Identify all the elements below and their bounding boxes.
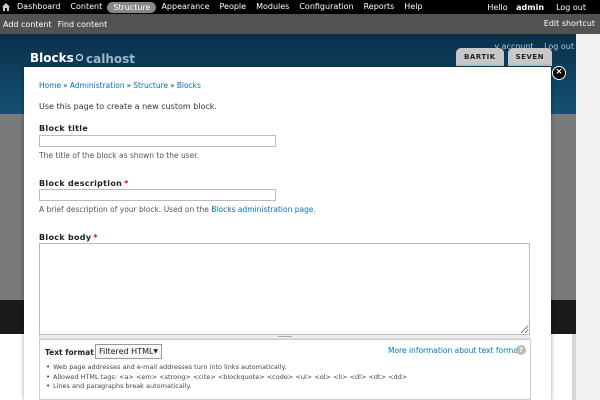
tab-bartik[interactable]: BARTIK	[456, 48, 504, 66]
menu-item-help[interactable]: Help	[399, 0, 427, 14]
home-icon[interactable]	[0, 0, 12, 14]
edit-shortcuts-link[interactable]: Edit shortcut	[541, 19, 598, 28]
list-item: Lines and paragraphs break automatically…	[45, 382, 407, 392]
blocks-admin-page-link[interactable]: Blocks administration page	[211, 205, 313, 214]
text-format-selected: Filtered HTML	[99, 347, 154, 356]
user-name[interactable]: admin	[516, 3, 544, 12]
block-body-label: Block body *	[39, 233, 98, 242]
shortcut-add-content[interactable]: Add content	[0, 20, 55, 29]
help-icon[interactable]: ?	[516, 345, 526, 355]
block-title-label: Block title	[39, 124, 89, 133]
admin-menu: Dashboard Content Structure Appearance P…	[12, 0, 428, 14]
text-format-label: Text format	[45, 348, 94, 357]
block-description-help-suffix: .	[313, 205, 316, 214]
block-body-label-text: Block body	[39, 233, 92, 242]
menu-item-modules[interactable]: Modules	[251, 0, 294, 14]
tab-seven[interactable]: SEVEN	[507, 48, 553, 66]
block-body-textarea[interactable]	[39, 243, 530, 335]
menu-item-configuration[interactable]: Configuration	[294, 0, 358, 14]
logout-link[interactable]: Log out	[550, 3, 592, 12]
breadcrumb-administration[interactable]: Administration	[70, 81, 125, 90]
required-marker: *	[93, 233, 98, 242]
menu-item-people[interactable]: People	[215, 0, 252, 14]
shortcuts-bar: Add content Find content Edit shortcut	[0, 14, 600, 34]
page-gutter	[576, 34, 600, 400]
theme-tabs: BARTIK SEVEN	[456, 48, 553, 66]
menu-item-content[interactable]: Content	[65, 0, 107, 14]
admin-toolbar: Dashboard Content Structure Appearance P…	[0, 0, 600, 14]
shortcut-find-content[interactable]: Find content	[55, 20, 111, 29]
page-title: Blocks	[30, 51, 74, 65]
breadcrumb-separator: »	[126, 81, 132, 90]
menu-item-appearance[interactable]: Appearance	[156, 0, 214, 14]
hello-user: Hello admin	[475, 3, 550, 12]
block-description-label: Block description *	[39, 179, 129, 188]
pin-icon[interactable]	[76, 54, 83, 61]
toolbar-user-area: Hello admin Log out	[475, 0, 592, 14]
page-gutter-edge	[572, 334, 576, 400]
menu-item-structure[interactable]: Structure	[107, 1, 157, 13]
hello-prefix: Hello	[487, 2, 508, 12]
breadcrumb-blocks[interactable]: Blocks	[177, 81, 201, 90]
block-description-label-text: Block description	[39, 179, 123, 188]
toolbar-edge	[594, 0, 600, 14]
block-description-help: A brief description of your block. Used …	[39, 205, 316, 214]
block-title-input[interactable]	[39, 135, 276, 147]
intro-text: Use this page to create a new custom blo…	[39, 102, 217, 111]
close-icon[interactable]: ×	[552, 66, 566, 80]
breadcrumb-home[interactable]: Home	[39, 81, 61, 90]
text-format-info-link[interactable]: More information about text formats	[388, 346, 525, 355]
menu-item-reports[interactable]: Reports	[359, 0, 400, 14]
list-item: Web page addresses and e-mail addresses …	[45, 363, 407, 373]
text-format-select[interactable]: Filtered HTML ▼	[95, 344, 162, 359]
block-title-description: The title of the block as shown to the u…	[39, 151, 200, 160]
breadcrumb-separator: »	[170, 81, 175, 90]
text-format-tips: Web page addresses and e-mail addresses …	[45, 363, 407, 392]
block-description-input[interactable]	[39, 189, 276, 201]
required-marker: *	[124, 179, 129, 188]
list-item: Allowed HTML tags: <a> <em> <strong> <ci…	[45, 373, 407, 383]
site-host-text: calhost	[86, 52, 135, 66]
grip-line	[278, 336, 292, 337]
breadcrumb: Home» Administration» Structure» Blocks	[39, 81, 201, 90]
menu-item-dashboard[interactable]: Dashboard	[12, 0, 65, 14]
chevron-down-icon: ▼	[153, 348, 158, 355]
breadcrumb-structure[interactable]: Structure	[133, 81, 168, 90]
breadcrumb-separator: »	[63, 81, 68, 90]
block-description-help-text: A brief description of your block. Used …	[39, 205, 209, 214]
